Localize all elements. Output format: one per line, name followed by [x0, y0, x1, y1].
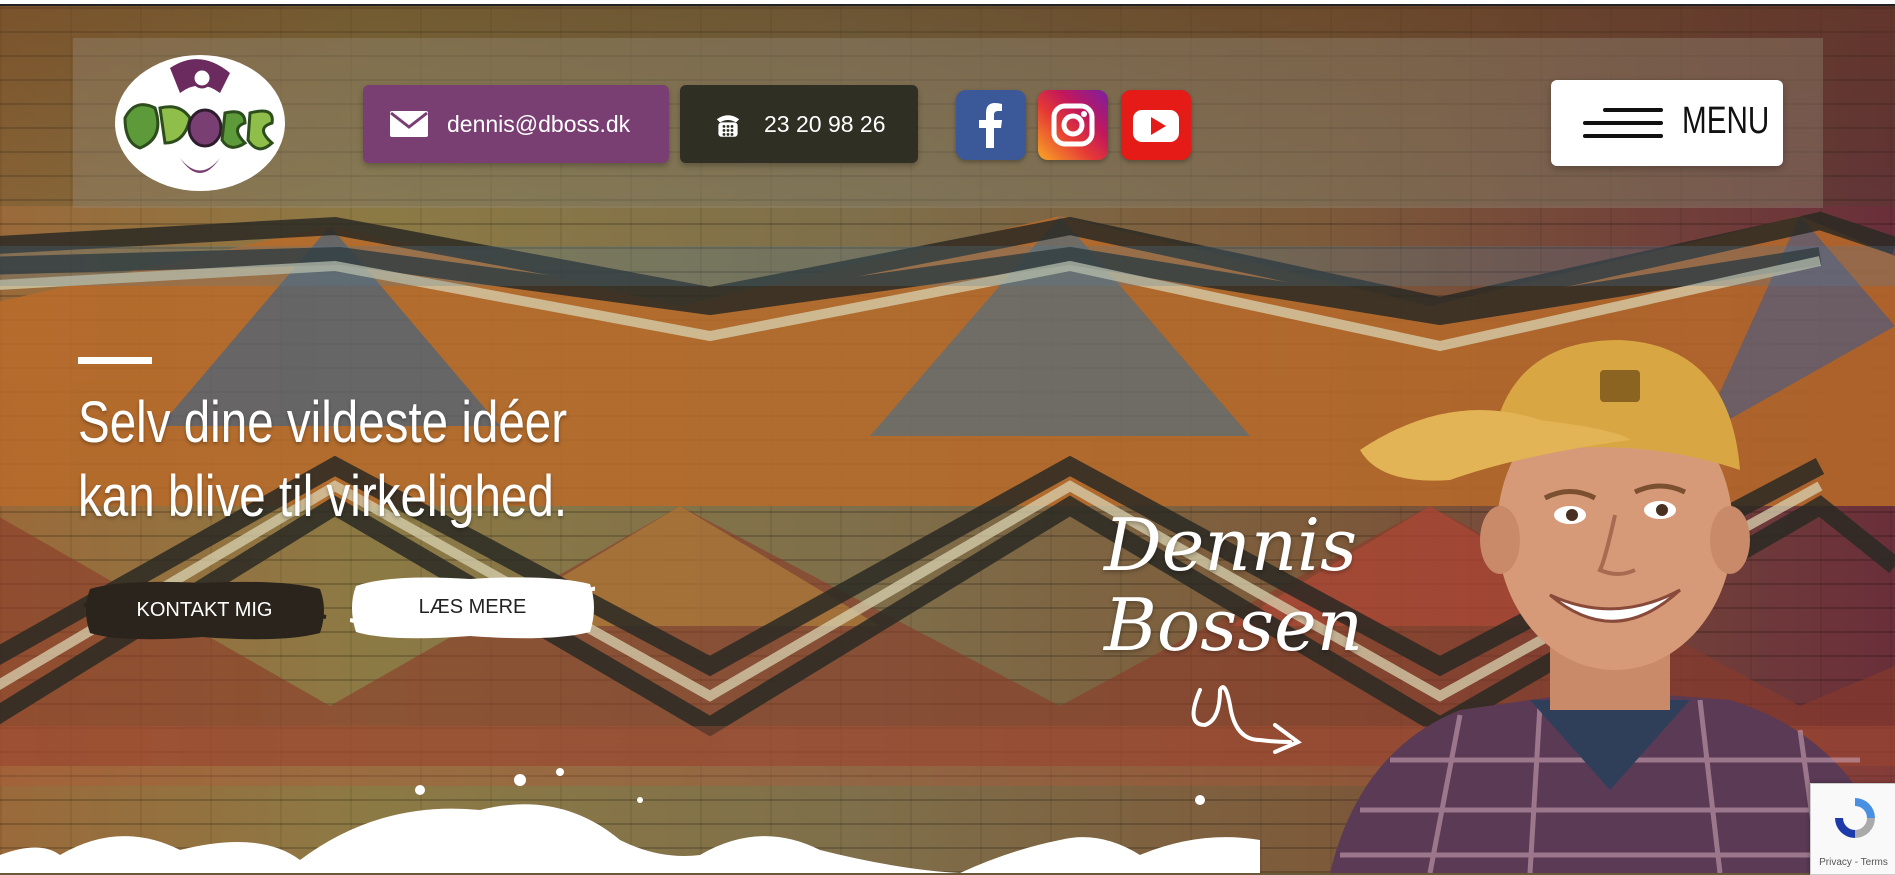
recaptcha-icon: [1835, 798, 1875, 838]
recaptcha-badge[interactable]: Privacy - Terms: [1810, 783, 1895, 875]
headline-line-2: kan blive til virkelighed.: [78, 464, 568, 529]
recaptcha-privacy-terms[interactable]: Privacy - Terms: [1811, 857, 1895, 868]
headline-accent-bar: [78, 357, 152, 364]
paint-splash: [0, 768, 1260, 873]
contact-button[interactable]: KONTAKT MIG: [82, 575, 327, 645]
menu-button[interactable]: MENU: [1551, 80, 1783, 166]
facebook-link[interactable]: [956, 90, 1026, 160]
hero-headline: Selv dine vildeste idéer kan blive til v…: [78, 386, 568, 534]
youtube-icon: [1133, 110, 1179, 142]
read-more-button-label: LÆS MERE: [418, 595, 527, 618]
hamburger-icon: [1583, 108, 1663, 138]
youtube-link[interactable]: [1121, 90, 1191, 160]
read-more-button[interactable]: LÆS MERE: [350, 572, 595, 642]
phone-label: 23 20 98 26: [764, 110, 886, 137]
email-label: dennis@dboss.dk: [447, 110, 631, 137]
email-button[interactable]: dennis@dboss.dk: [363, 85, 669, 163]
dboss-logo[interactable]: [110, 48, 290, 198]
menu-label: MENU: [1682, 100, 1770, 142]
facebook-icon: [979, 103, 1002, 148]
phone-button[interactable]: 23 20 98 26: [680, 85, 918, 163]
instagram-icon: [1051, 103, 1095, 147]
phone-icon: [716, 115, 740, 137]
instagram-link[interactable]: [1038, 90, 1108, 160]
headline-line-1: Selv dine vildeste idéer: [78, 390, 568, 455]
contact-button-label: KONTAKT MIG: [136, 598, 273, 621]
envelope-icon: [390, 111, 428, 137]
